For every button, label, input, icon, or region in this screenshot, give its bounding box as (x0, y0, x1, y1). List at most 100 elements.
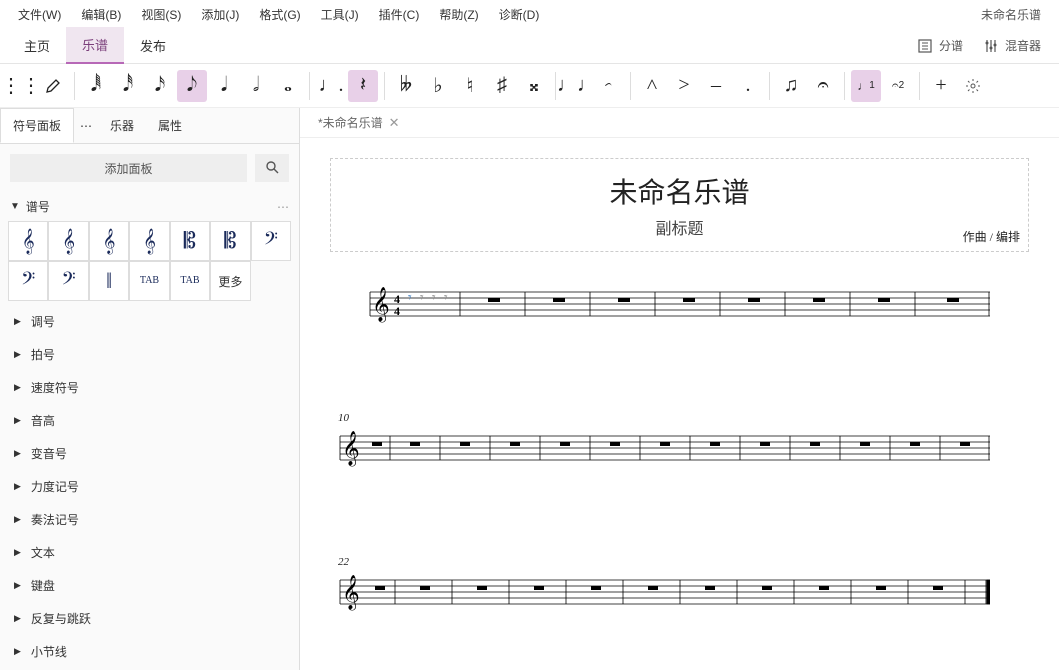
note-whole[interactable]: 𝅝 (273, 70, 303, 102)
dot-tool[interactable]: ♩. (316, 70, 346, 102)
collapse-icon: ▼ (10, 201, 20, 212)
flat[interactable]: ♭ (423, 70, 453, 102)
expand-icon: ▶ (14, 646, 21, 657)
menu-view[interactable]: 视图(S) (131, 2, 191, 27)
tenuto[interactable]: – (701, 70, 731, 102)
pencil-tool[interactable] (38, 70, 68, 102)
tab-score[interactable]: 乐谱 (66, 27, 124, 64)
menu-tools[interactable]: 工具(J) (311, 2, 369, 27)
section-pitch[interactable]: ▶音高 (0, 404, 299, 437)
clef-item[interactable]: 𝄢 (251, 221, 291, 261)
clef-item[interactable]: 𝄢 (48, 261, 88, 301)
tab-home[interactable]: 主页 (8, 28, 66, 63)
parts-icon (917, 38, 933, 54)
settings-icon[interactable] (958, 70, 988, 102)
clef-item[interactable]: 𝄞 (89, 221, 129, 261)
score-title[interactable]: 未命名乐谱 (343, 171, 1016, 211)
staff-system-2[interactable]: 10 𝄞 (330, 412, 1029, 476)
search-button[interactable] (255, 154, 289, 182)
note-32nd[interactable]: 𝅘𝅥𝅰 (113, 70, 143, 102)
note-quarter[interactable]: 𝅘𝅥 (209, 70, 239, 102)
palette-more-icon[interactable]: ⋯ (74, 119, 98, 133)
tuplet-tool[interactable]: ♫ (776, 70, 806, 102)
score-subtitle[interactable]: 副标题 (343, 215, 1016, 239)
tie-tool[interactable]: ♩♩ (562, 70, 592, 102)
note-16th[interactable]: 𝅘𝅥𝅯 (145, 70, 175, 102)
palette-tab[interactable]: 符号面板 (0, 108, 74, 143)
clef-item[interactable]: 𝄞 (129, 221, 169, 261)
menu-plugins[interactable]: 插件(C) (369, 2, 430, 27)
section-tempo[interactable]: ▶速度符号 (0, 371, 299, 404)
double-flat[interactable]: 𝄫 (391, 70, 421, 102)
document-tab[interactable]: *未命名乐谱 ✕ (308, 110, 410, 135)
menu-format[interactable]: 格式(G) (249, 2, 310, 27)
section-time-signature[interactable]: ▶拍号 (0, 338, 299, 371)
menu-edit[interactable]: 编辑(B) (71, 2, 131, 27)
composer-text[interactable]: 作曲 / 编排 (963, 228, 1020, 245)
clef-item[interactable]: 𝄞 (48, 221, 88, 261)
staff-system-3[interactable]: 22 𝄞 (330, 556, 1029, 620)
menu-file[interactable]: 文件(W) (8, 2, 71, 27)
double-sharp[interactable]: 𝄪 (519, 70, 549, 102)
svg-text:𝄞: 𝄞 (342, 431, 360, 467)
voice-1[interactable]: ♩1 (851, 70, 881, 102)
section-dynamics[interactable]: ▶力度记号 (0, 470, 299, 503)
section-accidentals[interactable]: ▶变音号 (0, 437, 299, 470)
section-barlines[interactable]: ▶小节线 (0, 635, 299, 668)
clef-item[interactable]: ‖ (89, 261, 129, 301)
clef-item[interactable]: 𝄡 (210, 221, 250, 261)
rest-tool[interactable]: 𝄽 (348, 70, 378, 102)
instruments-tab[interactable]: 乐器 (98, 109, 146, 142)
search-icon (265, 160, 279, 174)
clefs-section-header[interactable]: ▼ 谱号 ⋯ (0, 192, 299, 221)
accent[interactable]: > (669, 70, 699, 102)
svg-text:𝄾: 𝄾 (408, 291, 412, 306)
section-more-icon[interactable]: ⋯ (277, 200, 289, 214)
sidebar-tabs: 符号面板 ⋯ 乐器 属性 (0, 108, 299, 144)
toolbar-handle-icon[interactable]: ⋮⋮ (6, 70, 36, 102)
clef-item[interactable]: 𝄞 (8, 221, 48, 261)
natural[interactable]: ♮ (455, 70, 485, 102)
section-text[interactable]: ▶文本 (0, 536, 299, 569)
section-key-signature[interactable]: ▶调号 (0, 305, 299, 338)
note-half[interactable]: 𝅗𝅥 (241, 70, 271, 102)
properties-tab[interactable]: 属性 (146, 109, 194, 142)
menu-add[interactable]: 添加(J) (191, 2, 249, 27)
clef-more[interactable]: 更多 (210, 261, 250, 301)
slur-tool[interactable]: 𝆣 (594, 70, 624, 102)
menu-help[interactable]: 帮助(Z) (429, 2, 488, 27)
parts-button[interactable]: 分谱 (907, 31, 973, 60)
clef-grid: 𝄞 𝄞 𝄞 𝄞 𝄡 𝄡 𝄢 𝄢 𝄢 ‖ TAB TAB 更多 (0, 221, 299, 301)
section-repeats[interactable]: ▶反复与跳跃 (0, 602, 299, 635)
mixer-icon (983, 38, 999, 54)
close-icon[interactable]: ✕ (389, 115, 400, 131)
sharp[interactable]: ♯ (487, 70, 517, 102)
mixer-button[interactable]: 混音器 (973, 31, 1051, 60)
clef-item[interactable]: TAB (129, 261, 169, 301)
clef-item[interactable]: 𝄡 (170, 221, 210, 261)
voice-2[interactable]: 𝄐2 (883, 70, 913, 102)
add-panel-button[interactable]: 添加面板 (10, 154, 247, 182)
add-tool[interactable]: + (926, 70, 956, 102)
parts-label: 分谱 (939, 37, 963, 54)
score-canvas[interactable]: 未命名乐谱 副标题 作曲 / 编排 𝄞 4 4 𝄾 𝄾 𝄾 (300, 138, 1059, 670)
staccato[interactable]: . (733, 70, 763, 102)
staff-system-1[interactable]: 𝄞 4 4 𝄾 𝄾 𝄾 𝄾 (330, 282, 1029, 332)
measure-number: 10 (338, 412, 1029, 424)
score-title-block[interactable]: 未命名乐谱 副标题 作曲 / 编排 (330, 158, 1029, 252)
section-articulations[interactable]: ▶奏法记号 (0, 503, 299, 536)
note-64th[interactable]: 𝅘𝅥𝅱 (81, 70, 111, 102)
expand-icon: ▶ (14, 547, 21, 558)
expand-icon: ▶ (14, 448, 21, 459)
clef-item[interactable]: 𝄢 (8, 261, 48, 301)
flip-tool[interactable]: 𝄐 (808, 70, 838, 102)
svg-text:𝄾: 𝄾 (420, 291, 424, 306)
section-keyboard[interactable]: ▶键盘 (0, 569, 299, 602)
clef-item[interactable]: TAB (170, 261, 210, 301)
note-8th[interactable]: 𝅘𝅥𝅮 (177, 70, 207, 102)
main-tabs: 主页 乐谱 发布 分谱 混音器 (0, 28, 1059, 64)
measure-number: 22 (338, 556, 1029, 568)
tab-publish[interactable]: 发布 (124, 28, 182, 63)
marcato[interactable]: ˄ (637, 70, 667, 102)
menu-diagnostics[interactable]: 诊断(D) (489, 2, 550, 27)
